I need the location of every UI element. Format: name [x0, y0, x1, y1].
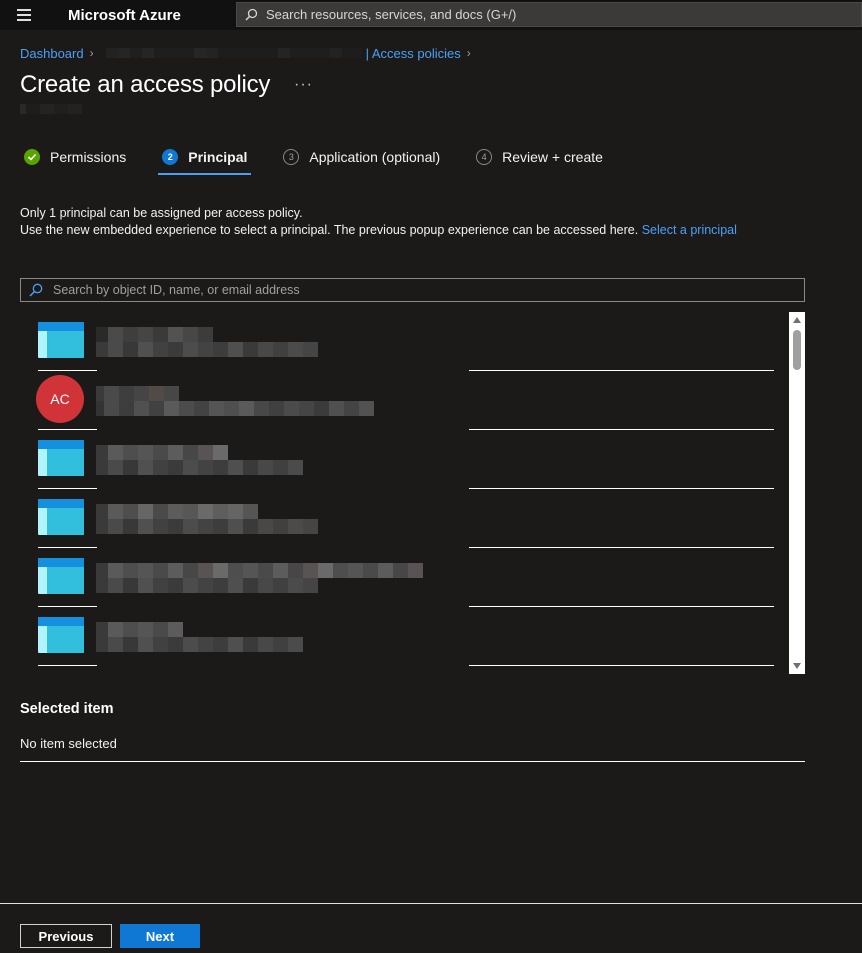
redacted-id — [96, 637, 303, 652]
scrollbar-thumb[interactable] — [793, 330, 801, 370]
step-badge: 3 — [283, 149, 300, 165]
list-item[interactable] — [20, 548, 806, 607]
tab-label: Review + create — [502, 149, 603, 165]
info-line-2: Use the new embedded experience to selec… — [20, 222, 737, 239]
divider — [20, 761, 805, 762]
redacted-id — [96, 519, 318, 534]
app-registration-icon — [38, 617, 84, 653]
redacted-email — [96, 401, 374, 416]
info-line-2-text: Use the new embedded experience to selec… — [20, 223, 639, 237]
list-item[interactable] — [20, 312, 806, 371]
app-registration-icon — [38, 322, 84, 358]
checkmark-icon — [24, 149, 40, 165]
info-line-1: Only 1 principal can be assigned per acc… — [20, 206, 303, 220]
tab-review-create[interactable]: 4 Review + create — [472, 142, 607, 172]
app-registration-icon — [38, 499, 84, 535]
search-icon — [245, 8, 258, 21]
chevron-right-icon: › — [89, 46, 94, 60]
select-principal-link[interactable]: Select a principal — [642, 223, 737, 237]
selected-item-value: No item selected — [20, 736, 117, 751]
tab-permissions[interactable]: Permissions — [20, 142, 130, 172]
principal-info: Only 1 principal can be assigned per acc… — [20, 205, 737, 239]
row-divider — [469, 665, 774, 666]
redacted-id — [96, 578, 318, 593]
page-title: Create an access policy — [20, 71, 271, 98]
redacted-name — [96, 327, 213, 342]
previous-button[interactable]: Previous — [20, 924, 112, 948]
redacted-id — [96, 342, 318, 357]
list-scrollbar[interactable] — [789, 312, 805, 674]
global-search-placeholder: Search resources, services, and docs (G+… — [266, 7, 517, 22]
tab-principal[interactable]: 2 Principal — [158, 142, 252, 175]
redacted-name — [96, 504, 258, 519]
redacted-subtitle — [20, 104, 82, 114]
list-item[interactable] — [20, 489, 806, 548]
redacted-name — [96, 622, 183, 637]
selected-item-heading: Selected item — [20, 701, 114, 717]
search-icon — [29, 283, 43, 297]
redacted-name — [96, 386, 179, 401]
app-registration-icon — [38, 558, 84, 594]
scroll-up-arrow-icon[interactable] — [793, 317, 801, 323]
breadcrumb-dashboard[interactable]: Dashboard — [20, 46, 84, 61]
app-registration-icon — [38, 440, 84, 476]
wizard-tabs: Permissions 2 Principal 3 Application (o… — [20, 140, 635, 175]
tab-label: Principal — [188, 149, 248, 165]
row-divider — [38, 665, 97, 666]
user-avatar: AC — [36, 375, 84, 423]
tab-label: Application (optional) — [309, 149, 441, 165]
more-options-icon[interactable]: ··· — [294, 76, 313, 94]
tab-application[interactable]: 3 Application (optional) — [279, 142, 444, 172]
list-item[interactable] — [20, 607, 806, 666]
redacted-name — [96, 563, 423, 578]
hamburger-menu-icon[interactable] — [0, 0, 48, 30]
footer-divider — [0, 903, 862, 904]
redacted-breadcrumb — [105, 48, 362, 58]
next-button[interactable]: Next — [120, 924, 200, 948]
step-badge: 4 — [476, 149, 493, 165]
scroll-down-arrow-icon[interactable] — [793, 663, 801, 669]
breadcrumb-access-policies[interactable]: | Access policies — [366, 46, 461, 61]
brand-name[interactable]: Microsoft Azure — [68, 7, 236, 24]
top-bar: Microsoft Azure Search resources, servic… — [0, 0, 862, 30]
list-item[interactable]: AC — [20, 371, 806, 430]
step-badge: 2 — [162, 149, 179, 165]
tab-label: Permissions — [50, 149, 127, 165]
list-item[interactable] — [20, 430, 806, 489]
principal-search[interactable] — [20, 278, 805, 302]
principal-list: AC — [20, 312, 806, 674]
global-search-input[interactable]: Search resources, services, and docs (G+… — [236, 2, 862, 27]
chevron-right-icon: › — [466, 46, 471, 60]
redacted-name — [96, 445, 228, 460]
breadcrumb: Dashboard › | Access policies › — [20, 44, 477, 62]
redacted-id — [96, 460, 303, 475]
principal-search-input[interactable] — [53, 283, 773, 297]
